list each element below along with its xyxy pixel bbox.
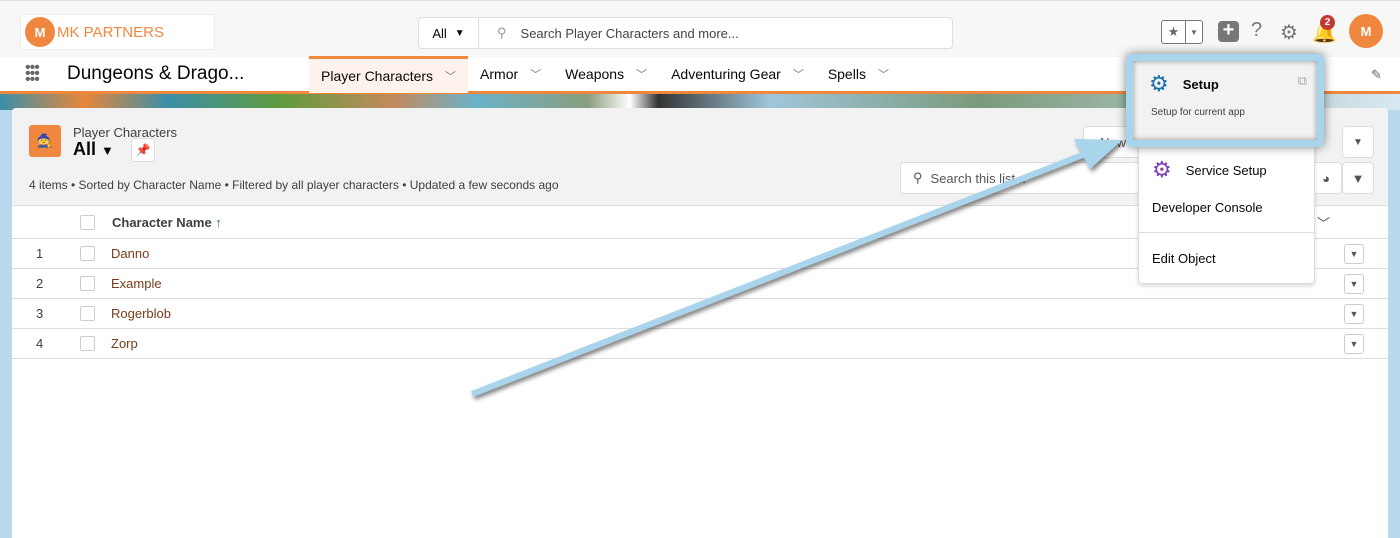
arrow-shaft — [470, 149, 1092, 397]
callout-arrow — [470, 139, 1122, 397]
